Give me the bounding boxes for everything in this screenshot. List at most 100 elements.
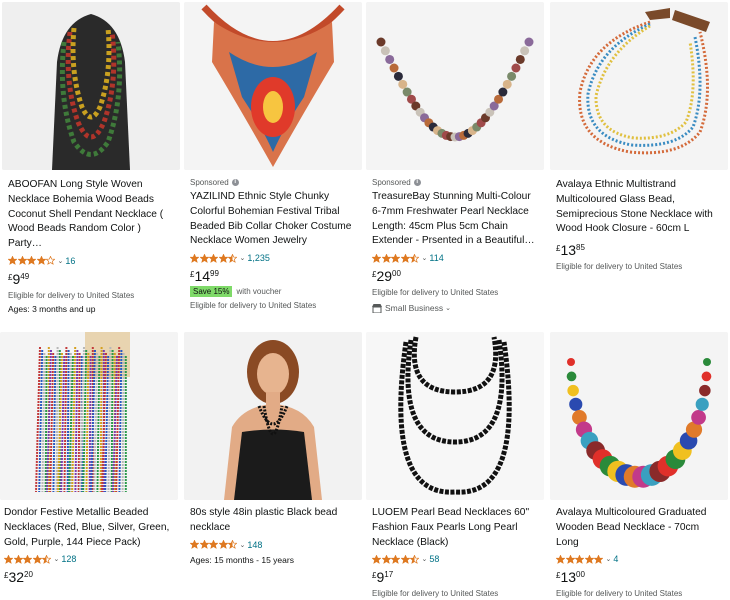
voucher-text: with voucher bbox=[236, 287, 282, 297]
star-rating[interactable] bbox=[190, 540, 238, 549]
product-title[interactable]: ABOOFAN Long Style Woven Necklace Bohemi… bbox=[8, 178, 176, 252]
product-card[interactable]: ABOOFAN Long Style Woven Necklace Bohemi… bbox=[2, 2, 180, 324]
star-icon bbox=[400, 253, 410, 263]
price-whole: 13 bbox=[560, 242, 577, 259]
delivery-eligibility: Eligible for delivery to United States bbox=[8, 290, 135, 300]
product-image[interactable] bbox=[184, 332, 362, 500]
wood-bead bbox=[569, 397, 583, 411]
product-image[interactable] bbox=[366, 2, 544, 170]
rating-row[interactable]: ⌄ 114 bbox=[372, 252, 540, 264]
chevron-down-icon[interactable]: ⌄ bbox=[606, 555, 612, 563]
pearl-bead bbox=[502, 79, 512, 89]
star-icon bbox=[32, 554, 42, 564]
star-icon bbox=[190, 540, 199, 549]
price-whole: 29 bbox=[376, 268, 393, 285]
product-title[interactable]: Avalaya Ethnic Multistrand Multicoloured… bbox=[556, 178, 724, 237]
review-count[interactable]: 114 bbox=[429, 253, 443, 263]
product-image[interactable] bbox=[550, 2, 728, 170]
star-icon bbox=[381, 253, 391, 263]
product-title[interactable]: TreasureBay Stunning Multi-Colour 6-7mm … bbox=[372, 190, 540, 249]
product-title[interactable]: LUOEM Pearl Bead Necklaces 60" Fashion F… bbox=[372, 506, 540, 550]
review-count[interactable]: 4 bbox=[613, 554, 618, 564]
star-icon bbox=[594, 554, 603, 564]
review-count[interactable]: 58 bbox=[429, 554, 439, 564]
chevron-down-icon[interactable]: ⌄ bbox=[58, 257, 64, 265]
rating-row[interactable]: ⌄ 148 bbox=[190, 539, 358, 551]
pearl-bead bbox=[385, 54, 395, 64]
save-badge[interactable]: Save 15% bbox=[190, 286, 233, 298]
star-rating[interactable] bbox=[8, 256, 56, 266]
price-whole: 13 bbox=[560, 569, 577, 586]
chevron-down-icon[interactable]: ⌄ bbox=[54, 555, 60, 563]
star-rating[interactable] bbox=[4, 554, 52, 564]
info-icon[interactable]: i bbox=[231, 179, 239, 186]
price-fraction: 00 bbox=[392, 269, 401, 279]
rating-row[interactable]: ⌄ 128 bbox=[4, 553, 174, 565]
age-range: Ages: 15 months - 15 years bbox=[190, 554, 294, 565]
rating-row[interactable]: ⌄ 1,235 bbox=[190, 252, 358, 264]
star-rating[interactable] bbox=[190, 253, 238, 263]
product-card[interactable]: Sponsored i YAZILIND Ethnic Style Chunky … bbox=[184, 2, 362, 324]
wood-bead bbox=[691, 410, 706, 425]
rating-row[interactable]: ⌄ 58 bbox=[372, 553, 540, 565]
price[interactable]: £ 29 00 bbox=[372, 268, 540, 284]
chevron-down-icon[interactable]: ⌄ bbox=[240, 541, 246, 549]
chevron-down-icon[interactable]: ⌄ bbox=[422, 254, 428, 262]
product-image[interactable] bbox=[184, 2, 362, 170]
star-icon bbox=[584, 554, 594, 564]
chevron-down-icon[interactable]: ⌄ bbox=[422, 555, 428, 563]
star-icon bbox=[565, 554, 575, 564]
price[interactable]: £ 9 17 bbox=[372, 569, 540, 585]
chevron-down-icon[interactable]: ⌄ bbox=[240, 254, 246, 262]
rating-row[interactable]: ⌄ 16 bbox=[8, 255, 176, 267]
price[interactable]: £ 13 00 bbox=[556, 569, 724, 585]
product-image[interactable] bbox=[550, 332, 728, 500]
star-icon bbox=[228, 253, 237, 263]
product-image[interactable] bbox=[2, 2, 180, 170]
star-rating[interactable] bbox=[556, 554, 604, 564]
product-card[interactable]: Avalaya Ethnic Multistrand Multicoloured… bbox=[550, 2, 728, 324]
age-range: Ages: 3 months and up bbox=[8, 303, 96, 314]
star-rating[interactable] bbox=[372, 554, 420, 564]
star-icon bbox=[13, 554, 23, 564]
product-card[interactable]: Sponsored i TreasureBay Stunning Multi-Co… bbox=[366, 2, 544, 324]
product-card[interactable]: LUOEM Pearl Bead Necklaces 60" Fashion F… bbox=[366, 332, 544, 600]
star-rating[interactable] bbox=[372, 253, 420, 263]
chevron-down-icon[interactable]: ⌄ bbox=[445, 304, 451, 312]
price-fraction: 99 bbox=[210, 269, 219, 279]
product-card[interactable]: 80s style 48in plastic Black bead neckla… bbox=[184, 332, 362, 600]
delivery-eligibility: Eligible for delivery to United States bbox=[556, 262, 683, 272]
review-count[interactable]: 128 bbox=[61, 554, 76, 564]
product-image[interactable] bbox=[0, 332, 178, 500]
sponsored-label[interactable]: Sponsored i bbox=[190, 178, 358, 187]
delivery-eligibility: Eligible for delivery to United States bbox=[190, 301, 317, 311]
price[interactable]: £ 14 99 bbox=[190, 268, 358, 284]
product-card[interactable]: Dondor Festive Metallic Beaded Necklaces… bbox=[0, 332, 178, 600]
star-icon bbox=[410, 554, 419, 564]
price[interactable]: £ 13 85 bbox=[556, 242, 724, 258]
voucher-row[interactable]: Save 15% with voucher bbox=[190, 286, 358, 298]
price[interactable]: £ 32 20 bbox=[4, 569, 174, 585]
price[interactable]: £ 9 49 bbox=[8, 271, 176, 287]
pearl-bead bbox=[376, 37, 386, 47]
review-count[interactable]: 148 bbox=[247, 540, 262, 550]
star-icon bbox=[228, 540, 237, 549]
sponsored-label[interactable]: Sponsored i bbox=[372, 178, 540, 187]
product-card[interactable]: Avalaya Multicoloured Graduated Wooden B… bbox=[550, 332, 728, 600]
product-title[interactable]: Dondor Festive Metallic Beaded Necklaces… bbox=[4, 506, 174, 550]
delivery-eligibility: Eligible for delivery to United States bbox=[372, 589, 499, 599]
product-grid: ABOOFAN Long Style Woven Necklace Bohemi… bbox=[0, 0, 730, 600]
review-count[interactable]: 1,235 bbox=[247, 253, 270, 263]
small-business-badge[interactable]: Small Business ⌄ bbox=[372, 303, 540, 313]
price-fraction: 85 bbox=[576, 243, 585, 253]
product-title[interactable]: YAZILIND Ethnic Style Chunky Colorful Bo… bbox=[190, 190, 358, 249]
star-icon bbox=[218, 540, 228, 549]
product-image[interactable] bbox=[366, 332, 544, 500]
review-count[interactable]: 16 bbox=[65, 256, 75, 266]
product-title[interactable]: 80s style 48in plastic Black bead neckla… bbox=[190, 506, 358, 536]
star-icon bbox=[209, 253, 218, 263]
info-icon[interactable]: i bbox=[413, 179, 421, 186]
pearl-bead bbox=[389, 63, 399, 73]
product-title[interactable]: Avalaya Multicoloured Graduated Wooden B… bbox=[556, 506, 724, 550]
rating-row[interactable]: ⌄ 4 bbox=[556, 553, 724, 565]
